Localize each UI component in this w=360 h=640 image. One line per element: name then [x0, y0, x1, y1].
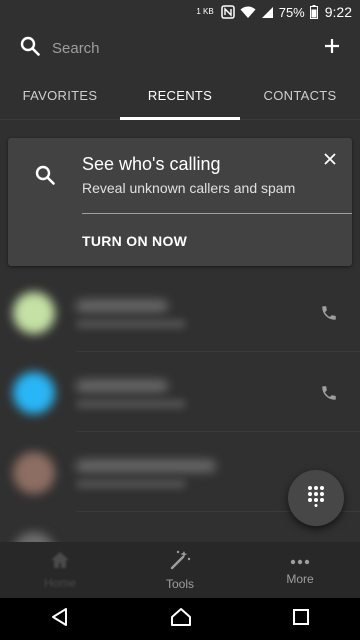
home-icon	[50, 551, 70, 572]
caller-name-redacted	[76, 460, 216, 472]
row-divider	[76, 431, 360, 432]
status-bar: 1 KB 75% 9:22	[0, 0, 360, 24]
add-contact-icon[interactable]	[324, 38, 340, 59]
back-icon[interactable]	[50, 607, 70, 632]
nav-more[interactable]: More	[240, 542, 360, 598]
tab-contacts[interactable]: CONTACTS	[240, 72, 360, 119]
call-details-redacted	[76, 400, 186, 408]
caller-id-promo-card: See who's calling Reveal unknown callers…	[8, 138, 352, 266]
network-speed: 1 KB	[196, 7, 214, 16]
promo-subtitle: Reveal unknown callers and spam	[82, 180, 296, 196]
battery-icon	[309, 5, 318, 19]
cellular-signal-icon	[261, 6, 274, 19]
call-details-redacted	[76, 320, 186, 328]
tab-recents[interactable]: RECENTS	[120, 72, 240, 120]
bottom-navigation: Home Tools More	[0, 542, 360, 598]
home-button-icon[interactable]	[170, 607, 192, 632]
caller-name-redacted	[76, 380, 168, 392]
nav-home-label: Home	[43, 575, 76, 590]
close-icon[interactable]	[324, 152, 336, 170]
search-icon	[35, 165, 55, 190]
recent-apps-icon[interactable]	[292, 608, 310, 631]
nfc-icon	[220, 5, 235, 19]
system-navigation-bar	[0, 598, 360, 640]
avatar	[13, 372, 55, 414]
nav-more-label: More	[286, 572, 314, 586]
battery-percent: 75%	[278, 4, 305, 20]
divider	[82, 213, 352, 214]
avatar	[13, 292, 55, 334]
row-divider	[76, 351, 360, 352]
promo-title: See who's calling	[82, 154, 221, 174]
call-details-redacted	[76, 480, 186, 488]
nav-home[interactable]: Home	[0, 542, 120, 598]
nav-tools[interactable]: Tools	[120, 542, 240, 598]
search-input[interactable]: Search	[52, 40, 324, 57]
avatar	[13, 532, 55, 542]
search-icon[interactable]	[20, 36, 40, 61]
nav-tools-label: Tools	[165, 576, 194, 591]
tab-bar: FAVORITES RECENTS CONTACTS	[0, 72, 360, 120]
turn-on-now-button[interactable]: TURN ON NOW	[82, 233, 187, 249]
magic-wand-icon	[169, 550, 191, 573]
phone-icon[interactable]	[320, 384, 338, 407]
more-horizontal-icon	[290, 554, 310, 568]
status-time: 9:22	[324, 4, 352, 20]
dialpad-icon	[306, 485, 326, 512]
avatar	[13, 452, 55, 494]
dialpad-button[interactable]	[288, 470, 344, 526]
caller-name-redacted	[76, 300, 168, 312]
tab-favorites[interactable]: FAVORITES	[0, 72, 120, 119]
search-bar[interactable]: Search	[0, 24, 360, 72]
recent-call-row[interactable]	[0, 354, 360, 432]
wifi-icon	[240, 6, 256, 19]
phone-icon[interactable]	[320, 304, 338, 327]
recent-call-row[interactable]	[0, 274, 360, 352]
